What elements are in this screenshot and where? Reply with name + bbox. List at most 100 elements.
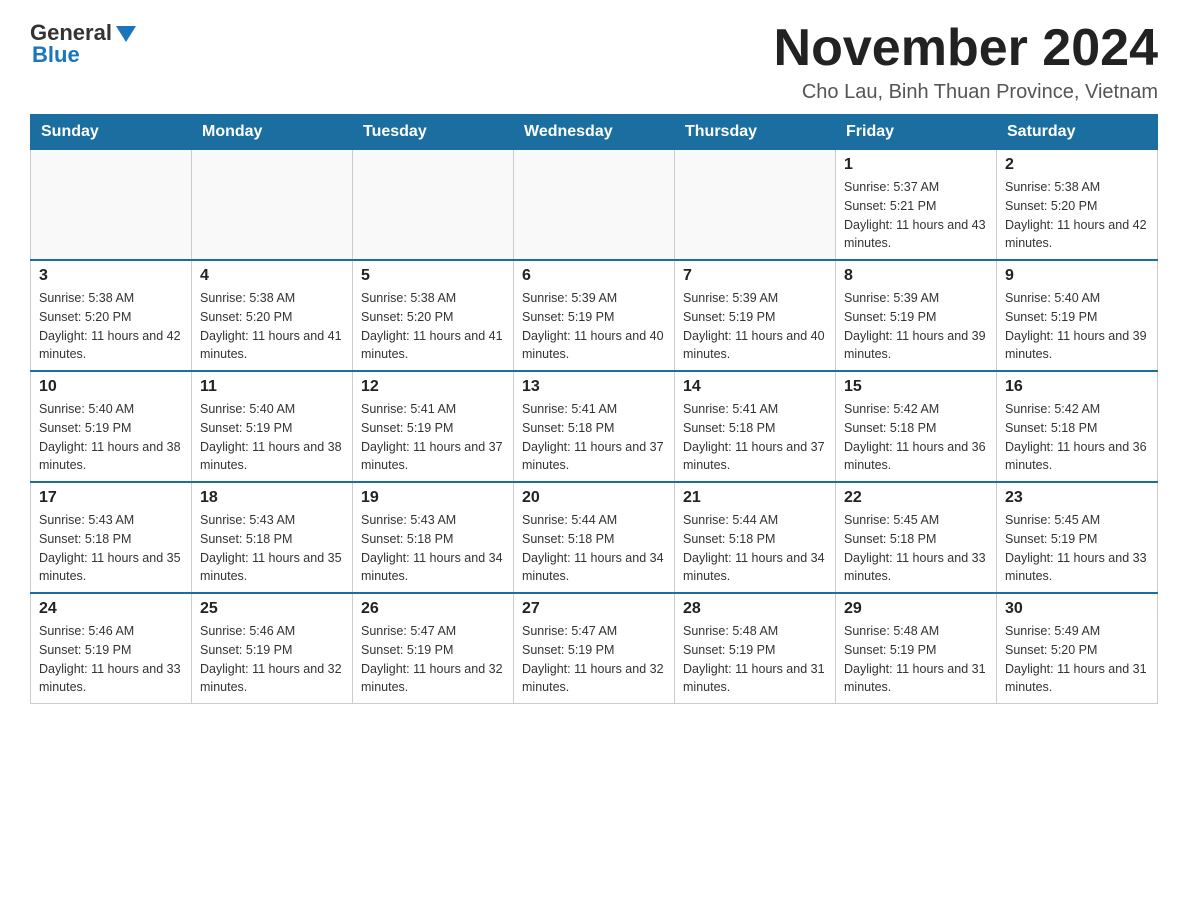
calendar-cell: 23Sunrise: 5:45 AMSunset: 5:19 PMDayligh… — [997, 482, 1158, 593]
day-info: Sunrise: 5:48 AMSunset: 5:19 PMDaylight:… — [683, 622, 827, 697]
day-number: 27 — [522, 600, 666, 618]
day-info: Sunrise: 5:38 AMSunset: 5:20 PMDaylight:… — [39, 289, 183, 364]
logo-triangle-icon — [116, 26, 136, 42]
calendar-cell: 10 Sunrise: 5:40 AMSunset: 5:19 PMDayligh… — [31, 371, 192, 482]
page-header: General Blue November 2024 Cho Lau, Binh… — [30, 20, 1158, 104]
calendar-cell: 20Sunrise: 5:44 AMSunset: 5:18 PMDayligh… — [514, 482, 675, 593]
day-info: Sunrise: 5:48 AMSunset: 5:19 PMDaylight:… — [844, 622, 988, 697]
calendar-week-row: 1 Sunrise: 5:37 AMSunset: 5:21 PMDaylight… — [31, 150, 1158, 261]
calendar-cell: 30Sunrise: 5:49 AMSunset: 5:20 PMDayligh… — [997, 593, 1158, 704]
day-info: Sunrise: 5:42 AMSunset: 5:18 PMDaylight:… — [1005, 400, 1149, 475]
day-info: Sunrise: 5:40 AMSunset: 5:19 PMDaylight:… — [200, 400, 344, 475]
calendar-cell — [31, 150, 192, 261]
day-info: Sunrise: 5:38 AMSunset: 5:20 PMDaylight:… — [200, 289, 344, 364]
title-block: November 2024 Cho Lau, Binh Thuan Provin… — [774, 20, 1158, 104]
calendar-cell: 28 Sunrise: 5:48 AMSunset: 5:19 PMDayligh… — [675, 593, 836, 704]
day-info: Sunrise: 5:39 AMSunset: 5:19 PMDaylight:… — [683, 289, 827, 364]
day-info: Sunrise: 5:37 AMSunset: 5:21 PMDaylight:… — [844, 178, 988, 253]
day-number: 28 — [683, 600, 827, 618]
calendar-cell: 7 Sunrise: 5:39 AMSunset: 5:19 PMDaylight… — [675, 260, 836, 371]
calendar-cell: 29 Sunrise: 5:48 AMSunset: 5:19 PMDayligh… — [836, 593, 997, 704]
column-header-saturday: Saturday — [997, 115, 1158, 150]
day-number: 4 — [200, 267, 344, 285]
calendar-cell — [675, 150, 836, 261]
day-number: 9 — [1005, 267, 1149, 285]
calendar-week-row: 10 Sunrise: 5:40 AMSunset: 5:19 PMDayligh… — [31, 371, 1158, 482]
day-number: 6 — [522, 267, 666, 285]
logo-blue-text: Blue — [32, 42, 80, 67]
day-number: 18 — [200, 489, 344, 507]
calendar-cell: 11 Sunrise: 5:40 AMSunset: 5:19 PMDayligh… — [192, 371, 353, 482]
day-info: Sunrise: 5:41 AMSunset: 5:18 PMDaylight:… — [683, 400, 827, 475]
day-number: 25 — [200, 600, 344, 618]
day-number: 30 — [1005, 600, 1149, 618]
day-info: Sunrise: 5:42 AMSunset: 5:18 PMDaylight:… — [844, 400, 988, 475]
day-number: 7 — [683, 267, 827, 285]
calendar-cell: 27Sunrise: 5:47 AMSunset: 5:19 PMDayligh… — [514, 593, 675, 704]
day-number: 10 — [39, 378, 183, 396]
calendar-table: SundayMondayTuesdayWednesdayThursdayFrid… — [30, 114, 1158, 704]
day-info: Sunrise: 5:41 AMSunset: 5:19 PMDaylight:… — [361, 400, 505, 475]
calendar-header-row: SundayMondayTuesdayWednesdayThursdayFrid… — [31, 115, 1158, 150]
calendar-cell: 21Sunrise: 5:44 AMSunset: 5:18 PMDayligh… — [675, 482, 836, 593]
day-number: 23 — [1005, 489, 1149, 507]
day-info: Sunrise: 5:40 AMSunset: 5:19 PMDaylight:… — [1005, 289, 1149, 364]
day-number: 5 — [361, 267, 505, 285]
day-info: Sunrise: 5:41 AMSunset: 5:18 PMDaylight:… — [522, 400, 666, 475]
calendar-cell: 14 Sunrise: 5:41 AMSunset: 5:18 PMDayligh… — [675, 371, 836, 482]
calendar-cell: 17Sunrise: 5:43 AMSunset: 5:18 PMDayligh… — [31, 482, 192, 593]
day-info: Sunrise: 5:43 AMSunset: 5:18 PMDaylight:… — [39, 511, 183, 586]
calendar-week-row: 3 Sunrise: 5:38 AMSunset: 5:20 PMDaylight… — [31, 260, 1158, 371]
day-number: 8 — [844, 267, 988, 285]
calendar-cell: 26 Sunrise: 5:47 AMSunset: 5:19 PMDayligh… — [353, 593, 514, 704]
calendar-cell: 5 Sunrise: 5:38 AMSunset: 5:20 PMDaylight… — [353, 260, 514, 371]
column-header-wednesday: Wednesday — [514, 115, 675, 150]
calendar-cell: 2 Sunrise: 5:38 AMSunset: 5:20 PMDaylight… — [997, 150, 1158, 261]
day-info: Sunrise: 5:45 AMSunset: 5:18 PMDaylight:… — [844, 511, 988, 586]
day-number: 14 — [683, 378, 827, 396]
day-info: Sunrise: 5:43 AMSunset: 5:18 PMDaylight:… — [361, 511, 505, 586]
calendar-cell: 3 Sunrise: 5:38 AMSunset: 5:20 PMDaylight… — [31, 260, 192, 371]
calendar-cell: 16Sunrise: 5:42 AMSunset: 5:18 PMDayligh… — [997, 371, 1158, 482]
calendar-cell: 24Sunrise: 5:46 AMSunset: 5:19 PMDayligh… — [31, 593, 192, 704]
day-info: Sunrise: 5:46 AMSunset: 5:19 PMDaylight:… — [200, 622, 344, 697]
calendar-cell: 15 Sunrise: 5:42 AMSunset: 5:18 PMDayligh… — [836, 371, 997, 482]
day-number: 26 — [361, 600, 505, 618]
day-number: 21 — [683, 489, 827, 507]
column-header-tuesday: Tuesday — [353, 115, 514, 150]
calendar-week-row: 17Sunrise: 5:43 AMSunset: 5:18 PMDayligh… — [31, 482, 1158, 593]
calendar-cell: 4 Sunrise: 5:38 AMSunset: 5:20 PMDaylight… — [192, 260, 353, 371]
column-header-thursday: Thursday — [675, 115, 836, 150]
calendar-cell: 19Sunrise: 5:43 AMSunset: 5:18 PMDayligh… — [353, 482, 514, 593]
day-info: Sunrise: 5:47 AMSunset: 5:19 PMDaylight:… — [361, 622, 505, 697]
calendar-cell — [514, 150, 675, 261]
calendar-cell: 9 Sunrise: 5:40 AMSunset: 5:19 PMDaylight… — [997, 260, 1158, 371]
calendar-cell: 8 Sunrise: 5:39 AMSunset: 5:19 PMDaylight… — [836, 260, 997, 371]
calendar-cell — [192, 150, 353, 261]
day-info: Sunrise: 5:38 AMSunset: 5:20 PMDaylight:… — [1005, 178, 1149, 253]
day-number: 22 — [844, 489, 988, 507]
location-text: Cho Lau, Binh Thuan Province, Vietnam — [774, 81, 1158, 104]
day-number: 1 — [844, 156, 988, 174]
calendar-cell — [353, 150, 514, 261]
calendar-cell: 22 Sunrise: 5:45 AMSunset: 5:18 PMDayligh… — [836, 482, 997, 593]
calendar-week-row: 24 Sunrise: 5:46 AMSunset: 5:19 PMDayligh… — [31, 593, 1158, 704]
day-info: Sunrise: 5:43 AMSunset: 5:18 PMDaylight:… — [200, 511, 344, 586]
calendar-cell: 6 Sunrise: 5:39 AMSunset: 5:19 PMDaylight… — [514, 260, 675, 371]
column-header-sunday: Sunday — [31, 115, 192, 150]
day-info: Sunrise: 5:40 AMSunset: 5:19 PMDaylight:… — [39, 400, 183, 475]
day-number: 3 — [39, 267, 183, 285]
column-header-friday: Friday — [836, 115, 997, 150]
day-number: 15 — [844, 378, 988, 396]
calendar-cell: 25 Sunrise: 5:46 AMSunset: 5:19 PMDayligh… — [192, 593, 353, 704]
day-number: 20 — [522, 489, 666, 507]
day-number: 29 — [844, 600, 988, 618]
day-info: Sunrise: 5:39 AMSunset: 5:19 PMDaylight:… — [844, 289, 988, 364]
day-number: 11 — [200, 378, 344, 396]
day-number: 12 — [361, 378, 505, 396]
day-info: Sunrise: 5:38 AMSunset: 5:20 PMDaylight:… — [361, 289, 505, 364]
day-number: 24 — [39, 600, 183, 618]
day-number: 2 — [1005, 156, 1149, 174]
column-header-monday: Monday — [192, 115, 353, 150]
day-info: Sunrise: 5:39 AMSunset: 5:19 PMDaylight:… — [522, 289, 666, 364]
